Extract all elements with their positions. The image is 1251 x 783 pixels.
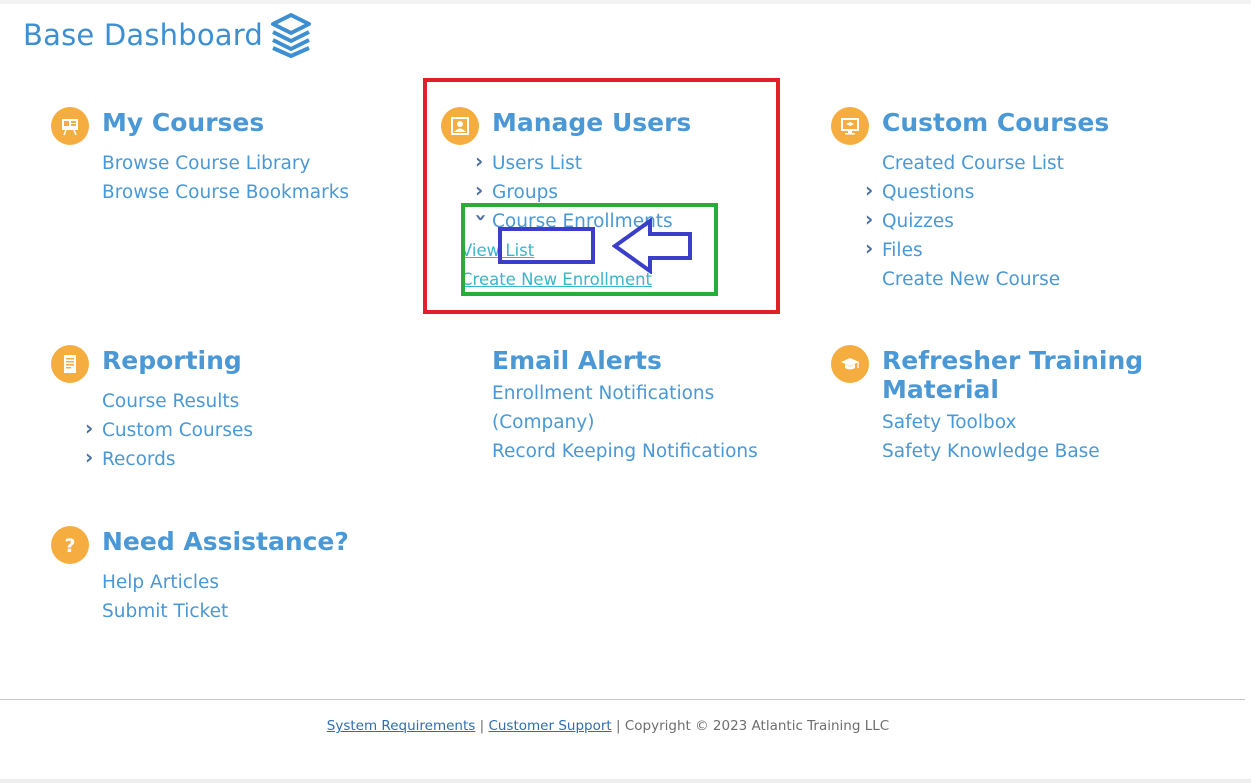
brand-header[interactable]: Base Dashboard	[23, 12, 313, 58]
svg-text:?: ?	[64, 535, 75, 556]
link-browse-course-library[interactable]: Browse Course Library	[102, 149, 349, 178]
link-submit-ticket[interactable]: Submit Ticket	[102, 597, 349, 626]
copyright-text: Copyright © 2023 Atlantic Training LLC	[624, 718, 890, 734]
link-safety-knowledge-base[interactable]: Safety Knowledge Base	[882, 437, 1143, 466]
link-custom-courses[interactable]: Custom Courses	[85, 414, 253, 445]
section-title[interactable]: My Courses	[102, 108, 264, 137]
report-document-icon	[51, 345, 89, 383]
section-title-line1[interactable]: Refresher Training	[882, 346, 1143, 375]
section-my-courses: My Courses Browse Course Library Browse …	[51, 107, 349, 207]
section-refresher-training: Refresher Training Material Safety Toolb…	[831, 345, 1143, 466]
link-course-results[interactable]: Course Results	[102, 387, 253, 416]
section-title[interactable]: Email Alerts	[492, 346, 662, 375]
link-enrollment-notifications-company[interactable]: (Company)	[492, 408, 758, 437]
brand-title[interactable]: Base Dashboard	[23, 18, 263, 52]
question-mark-icon: ?	[51, 526, 89, 564]
annotation-blue-box	[498, 227, 595, 264]
presentation-board-icon	[51, 107, 89, 145]
link-browse-course-bookmarks[interactable]: Browse Course Bookmarks	[102, 178, 349, 207]
footer: System Requirements | Customer Support |…	[0, 718, 1216, 734]
system-requirements-link[interactable]: System Requirements	[327, 718, 476, 734]
link-safety-toolbox[interactable]: Safety Toolbox	[882, 408, 1143, 437]
section-need-assistance: ? Need Assistance? Help Articles Submit …	[51, 526, 349, 626]
link-created-course-list[interactable]: Created Course List	[882, 149, 1109, 178]
footer-divider	[0, 699, 1245, 700]
monitor-graduation-cap-icon	[831, 107, 869, 145]
link-record-keeping-notifications[interactable]: Record Keeping Notifications	[492, 437, 758, 466]
bottom-bar	[0, 779, 1251, 783]
link-files[interactable]: Files	[865, 234, 1109, 265]
link-help-articles[interactable]: Help Articles	[102, 568, 349, 597]
section-custom-courses: Custom Courses Created Course List Quest…	[831, 107, 1109, 294]
link-quizzes[interactable]: Quizzes	[865, 205, 1109, 236]
section-email-alerts: Email Alerts Enrollment Notifications (C…	[441, 346, 758, 466]
section-title[interactable]: Need Assistance?	[102, 527, 349, 556]
section-title[interactable]: Reporting	[102, 346, 242, 375]
graduation-cap-icon	[831, 345, 869, 383]
link-create-new-course[interactable]: Create New Course	[882, 265, 1109, 294]
top-bar	[0, 0, 1251, 4]
section-title[interactable]: Custom Courses	[882, 108, 1109, 137]
footer-separator: |	[479, 718, 485, 734]
left-arrow-icon	[612, 218, 692, 274]
link-enrollment-notifications[interactable]: Enrollment Notifications	[492, 379, 758, 408]
link-questions[interactable]: Questions	[865, 176, 1109, 207]
stacked-layers-icon	[270, 13, 311, 58]
section-reporting: Reporting Course Results Custom Courses …	[51, 345, 253, 474]
customer-support-link[interactable]: Customer Support	[488, 718, 611, 734]
link-records[interactable]: Records	[85, 443, 253, 474]
section-title-line2[interactable]: Material	[882, 375, 1143, 404]
footer-separator: |	[615, 718, 621, 734]
